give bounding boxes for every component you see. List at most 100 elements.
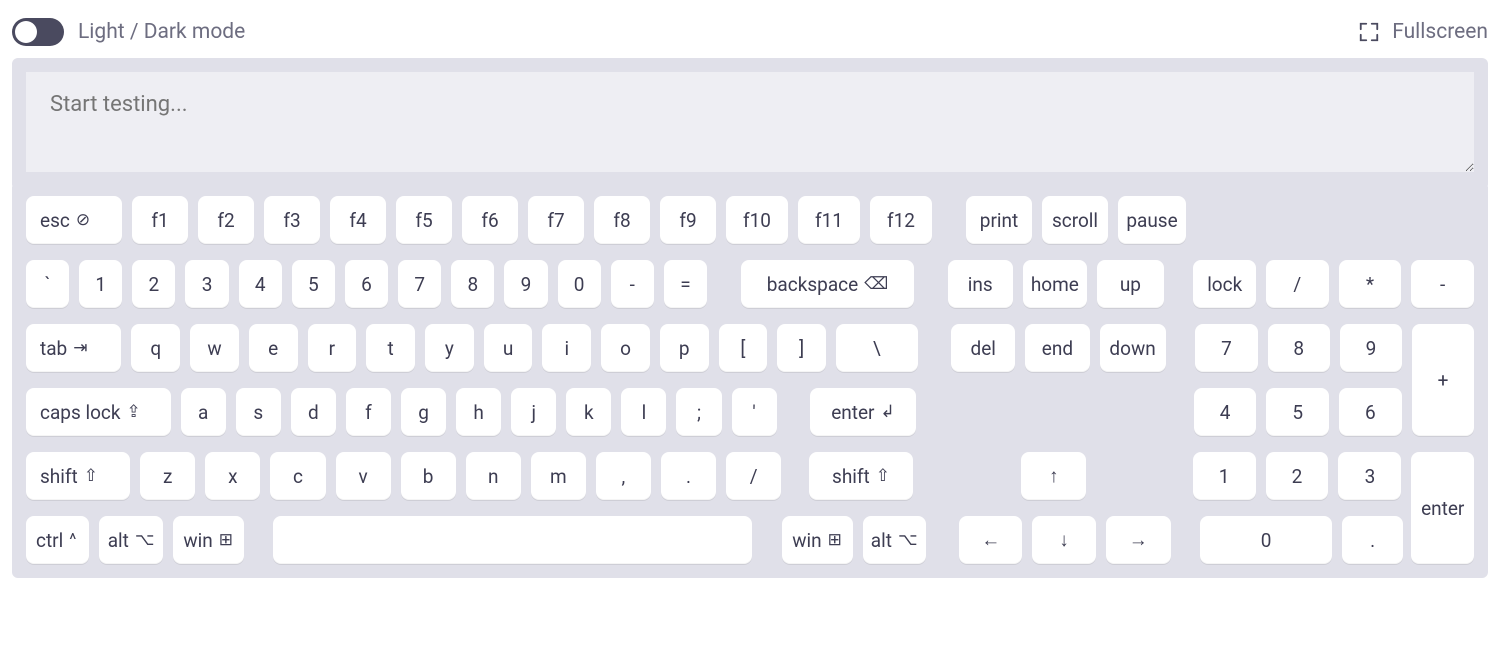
key-f12[interactable]: f12 — [870, 196, 932, 244]
key-r[interactable]: r — [308, 324, 357, 372]
key-b[interactable]: b — [401, 452, 456, 500]
key-esc[interactable]: esc⊘ — [26, 196, 122, 244]
key-scroll[interactable]: scroll — [1042, 196, 1108, 244]
key-j[interactable]: j — [511, 388, 556, 436]
key-k[interactable]: k — [566, 388, 611, 436]
key-6[interactable]: 6 — [345, 260, 388, 308]
key-f3[interactable]: f3 — [264, 196, 320, 244]
key-npdot[interactable]: . — [1342, 516, 1403, 564]
key-f2[interactable]: f2 — [198, 196, 254, 244]
key-g[interactable]: g — [401, 388, 446, 436]
key-f4[interactable]: f4 — [330, 196, 386, 244]
key-y[interactable]: y — [425, 324, 474, 372]
key-print[interactable]: print — [966, 196, 1032, 244]
key-nummul[interactable]: * — [1339, 260, 1402, 308]
key-arrowright[interactable]: → — [1106, 516, 1171, 564]
key-np5[interactable]: 5 — [1266, 388, 1329, 436]
key-tab[interactable]: tab⇥ — [26, 324, 121, 372]
key-capslock[interactable]: caps lock⇪ — [26, 388, 171, 436]
key-8[interactable]: 8 — [451, 260, 494, 308]
key-np8[interactable]: 8 — [1268, 324, 1330, 372]
key-f11[interactable]: f11 — [798, 196, 860, 244]
key-rshift[interactable]: shift⇧ — [809, 452, 913, 500]
key-fslash[interactable]: / — [726, 452, 781, 500]
key-f10[interactable]: f10 — [726, 196, 788, 244]
key-p[interactable]: p — [660, 324, 709, 372]
key-space[interactable] — [273, 516, 752, 564]
key-equal[interactable]: = — [664, 260, 707, 308]
key-numdiv[interactable]: / — [1266, 260, 1329, 308]
key-np9[interactable]: 9 — [1340, 324, 1402, 372]
key-0[interactable]: 0 — [558, 260, 601, 308]
key-lctrl[interactable]: ctrl^ — [26, 516, 89, 564]
key-f5[interactable]: f5 — [396, 196, 452, 244]
key-x[interactable]: x — [205, 452, 260, 500]
key-f7[interactable]: f7 — [528, 196, 584, 244]
key-lshift[interactable]: shift⇧ — [26, 452, 130, 500]
key-9[interactable]: 9 — [504, 260, 547, 308]
key-lbracket[interactable]: [ — [719, 324, 768, 372]
key-3[interactable]: 3 — [185, 260, 228, 308]
key-pagedown[interactable]: down — [1100, 324, 1166, 372]
key-m[interactable]: m — [531, 452, 586, 500]
key-a[interactable]: a — [181, 388, 226, 436]
key-comma[interactable]: , — [596, 452, 651, 500]
key-ralt[interactable]: alt⌥ — [863, 516, 926, 564]
key-v[interactable]: v — [336, 452, 391, 500]
key-o[interactable]: o — [601, 324, 650, 372]
key-rbracket[interactable]: ] — [777, 324, 826, 372]
key-arrowup[interactable]: ↑ — [1021, 452, 1086, 500]
key-np7[interactable]: 7 — [1195, 324, 1257, 372]
key-end[interactable]: end — [1025, 324, 1089, 372]
key-np2[interactable]: 2 — [1266, 452, 1329, 500]
key-backslash[interactable]: \ — [836, 324, 918, 372]
key-z[interactable]: z — [140, 452, 195, 500]
key-n[interactable]: n — [466, 452, 521, 500]
key-lwin[interactable]: win⊞ — [173, 516, 244, 564]
key-q[interactable]: q — [131, 324, 180, 372]
key-home[interactable]: home — [1023, 260, 1088, 308]
key-pageup[interactable]: up — [1097, 260, 1164, 308]
key-numsub[interactable]: - — [1411, 260, 1474, 308]
key-lalt[interactable]: alt⌥ — [99, 516, 162, 564]
key-f8[interactable]: f8 — [594, 196, 650, 244]
key-h[interactable]: h — [456, 388, 501, 436]
key-dash[interactable]: - — [611, 260, 654, 308]
key-np3[interactable]: 3 — [1338, 452, 1401, 500]
key-d[interactable]: d — [291, 388, 336, 436]
dark-mode-toggle[interactable] — [12, 18, 64, 46]
key-np4[interactable]: 4 — [1194, 388, 1257, 436]
key-numlock[interactable]: lock — [1193, 260, 1256, 308]
key-i[interactable]: i — [542, 324, 591, 372]
key-f1[interactable]: f1 — [132, 196, 188, 244]
key-4[interactable]: 4 — [239, 260, 282, 308]
key-period[interactable]: . — [661, 452, 716, 500]
key-np6[interactable]: 6 — [1339, 388, 1402, 436]
fullscreen-button[interactable]: Fullscreen — [1358, 20, 1488, 44]
key-1[interactable]: 1 — [79, 260, 122, 308]
key-7[interactable]: 7 — [398, 260, 441, 308]
key-c[interactable]: c — [270, 452, 325, 500]
key-u[interactable]: u — [484, 324, 533, 372]
key-insert[interactable]: ins — [948, 260, 1013, 308]
key-enter[interactable]: enter↲ — [810, 388, 915, 436]
key-delete[interactable]: del — [951, 324, 1015, 372]
key-2[interactable]: 2 — [132, 260, 175, 308]
key-backspace[interactable]: backspace⌫ — [741, 260, 915, 308]
key-e[interactable]: e — [249, 324, 298, 372]
key-apostrophe[interactable]: ' — [732, 388, 777, 436]
key-t[interactable]: t — [366, 324, 415, 372]
key-arrowdown[interactable]: ↓ — [1032, 516, 1095, 564]
key-f6[interactable]: f6 — [462, 196, 518, 244]
key-f9[interactable]: f9 — [660, 196, 716, 244]
key-semicolon[interactable]: ; — [676, 388, 721, 436]
test-input[interactable] — [26, 72, 1474, 172]
key-backtick[interactable]: ` — [26, 260, 69, 308]
key-s[interactable]: s — [236, 388, 281, 436]
key-f[interactable]: f — [346, 388, 391, 436]
key-arrowleft[interactable]: ← — [959, 516, 1022, 564]
key-rwin[interactable]: win⊞ — [782, 516, 853, 564]
key-np1[interactable]: 1 — [1193, 452, 1256, 500]
key-pause[interactable]: pause — [1118, 196, 1186, 244]
key-np0[interactable]: 0 — [1200, 516, 1332, 564]
